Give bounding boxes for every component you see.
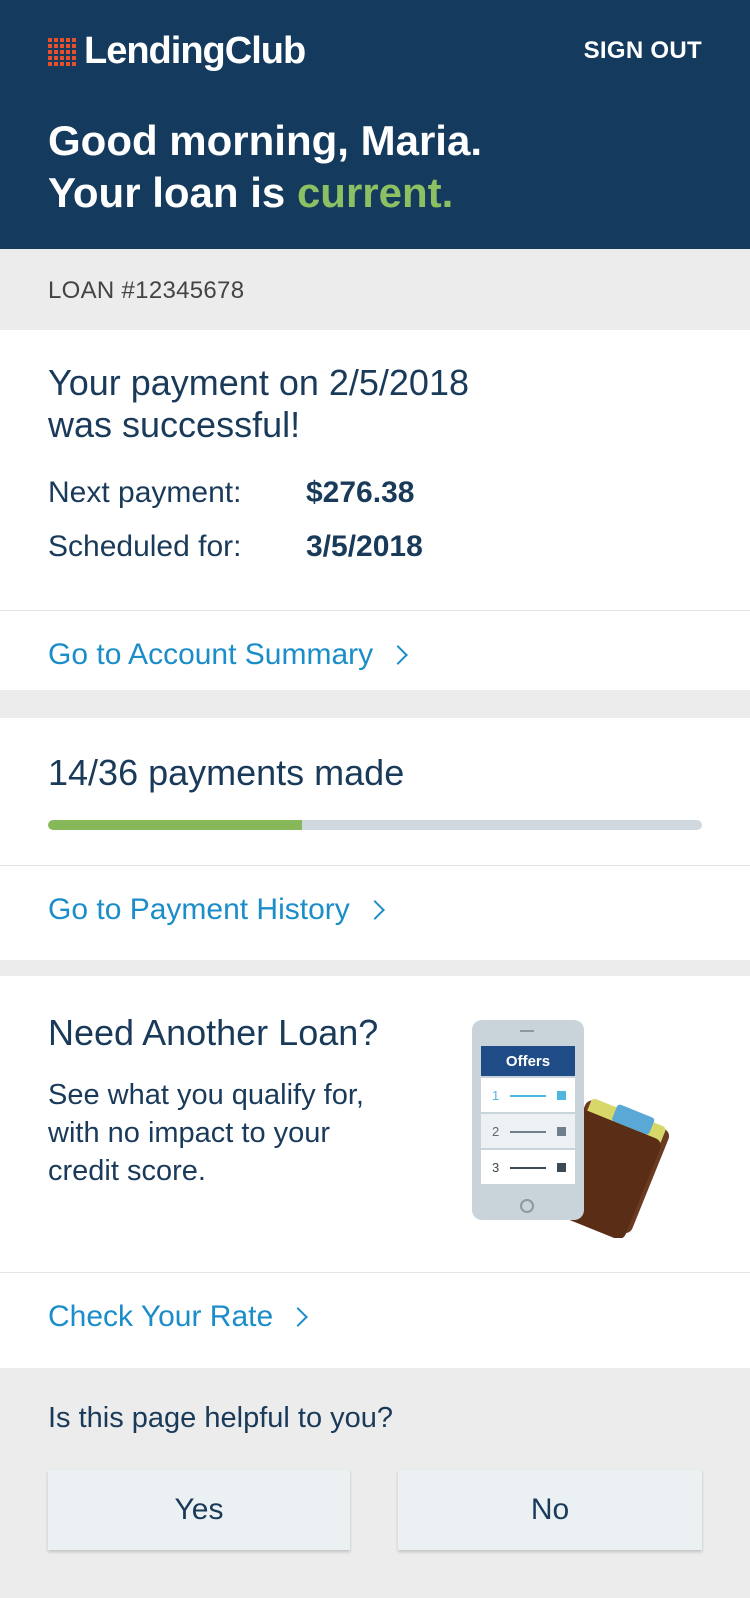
greeting: Good morning, Maria. Your loan is curren… (48, 115, 482, 219)
scheduled-value: 3/5/2018 (306, 530, 423, 563)
promo-title: Need Another Loan? (48, 1012, 379, 1053)
brand-name: LendingClub (84, 30, 306, 72)
promo-card: Need Another Loan? See what you qualify … (0, 976, 750, 1368)
divider (0, 610, 750, 611)
payments-made-title: 14/36 payments made (48, 752, 405, 793)
chevron-right-icon (388, 645, 409, 665)
logo-grid-icon (48, 37, 76, 66)
loan-bar: LOAN #12345678 (0, 249, 750, 330)
account-summary-label: Go to Account Summary (48, 638, 374, 671)
payment-message: Your payment on 2/5/2018 was successful! (48, 362, 469, 446)
sign-out-button[interactable]: SIGN OUT (584, 37, 702, 65)
payments-progress-fill (48, 820, 303, 830)
phone-wallet-illustration: Offers 1 2 3 (472, 1020, 670, 1238)
loan-number: LOAN #12345678 (48, 277, 245, 304)
feedback-question: Is this page helpful to you? (48, 1402, 394, 1434)
loan-status-line: Your loan is current. (48, 167, 482, 219)
chevron-right-icon (364, 900, 385, 920)
account-summary-link[interactable]: Go to Account Summary (48, 630, 409, 680)
payment-history-link[interactable]: Go to Payment History (48, 885, 385, 935)
payment-message-line2: was successful! (48, 404, 301, 445)
lendingclub-logo[interactable]: LendingClub (48, 30, 306, 73)
chevron-right-icon (288, 1307, 309, 1327)
illustration-offer-number: 2 (492, 1124, 499, 1139)
payment-history-label: Go to Payment History (48, 893, 350, 926)
divider (0, 1272, 750, 1273)
promo-body: See what you qualify for, with no impact… (48, 1079, 364, 1187)
next-payment-value: $276.38 (306, 476, 415, 509)
scheduled-label: Scheduled for: (48, 530, 242, 563)
illustration-offers-header: Offers (506, 1053, 550, 1070)
payment-card: Your payment on 2/5/2018 was successful!… (0, 330, 750, 690)
loan-status-prefix: Your loan is (48, 169, 297, 216)
illustration-offer-number: 1 (492, 1088, 499, 1103)
check-your-rate-link[interactable]: Check Your Rate (48, 1292, 309, 1342)
payment-message-line1: Your payment on 2/5/2018 (48, 362, 469, 403)
check-your-rate-label: Check Your Rate (48, 1300, 274, 1333)
feedback-yes-button[interactable]: Yes (48, 1470, 350, 1550)
header: LendingClub SIGN OUT Good morning, Maria… (0, 0, 750, 249)
illustration-offer-number: 3 (492, 1160, 499, 1175)
progress-card: 14/36 payments made Go to Payment Histor… (0, 718, 750, 960)
payments-progress-bar (48, 820, 702, 830)
feedback-no-button[interactable]: No (398, 1470, 702, 1550)
divider (0, 865, 750, 866)
next-payment-label: Next payment: (48, 476, 242, 509)
greeting-line: Good morning, Maria. (48, 117, 483, 164)
loan-status: current. (296, 169, 454, 216)
